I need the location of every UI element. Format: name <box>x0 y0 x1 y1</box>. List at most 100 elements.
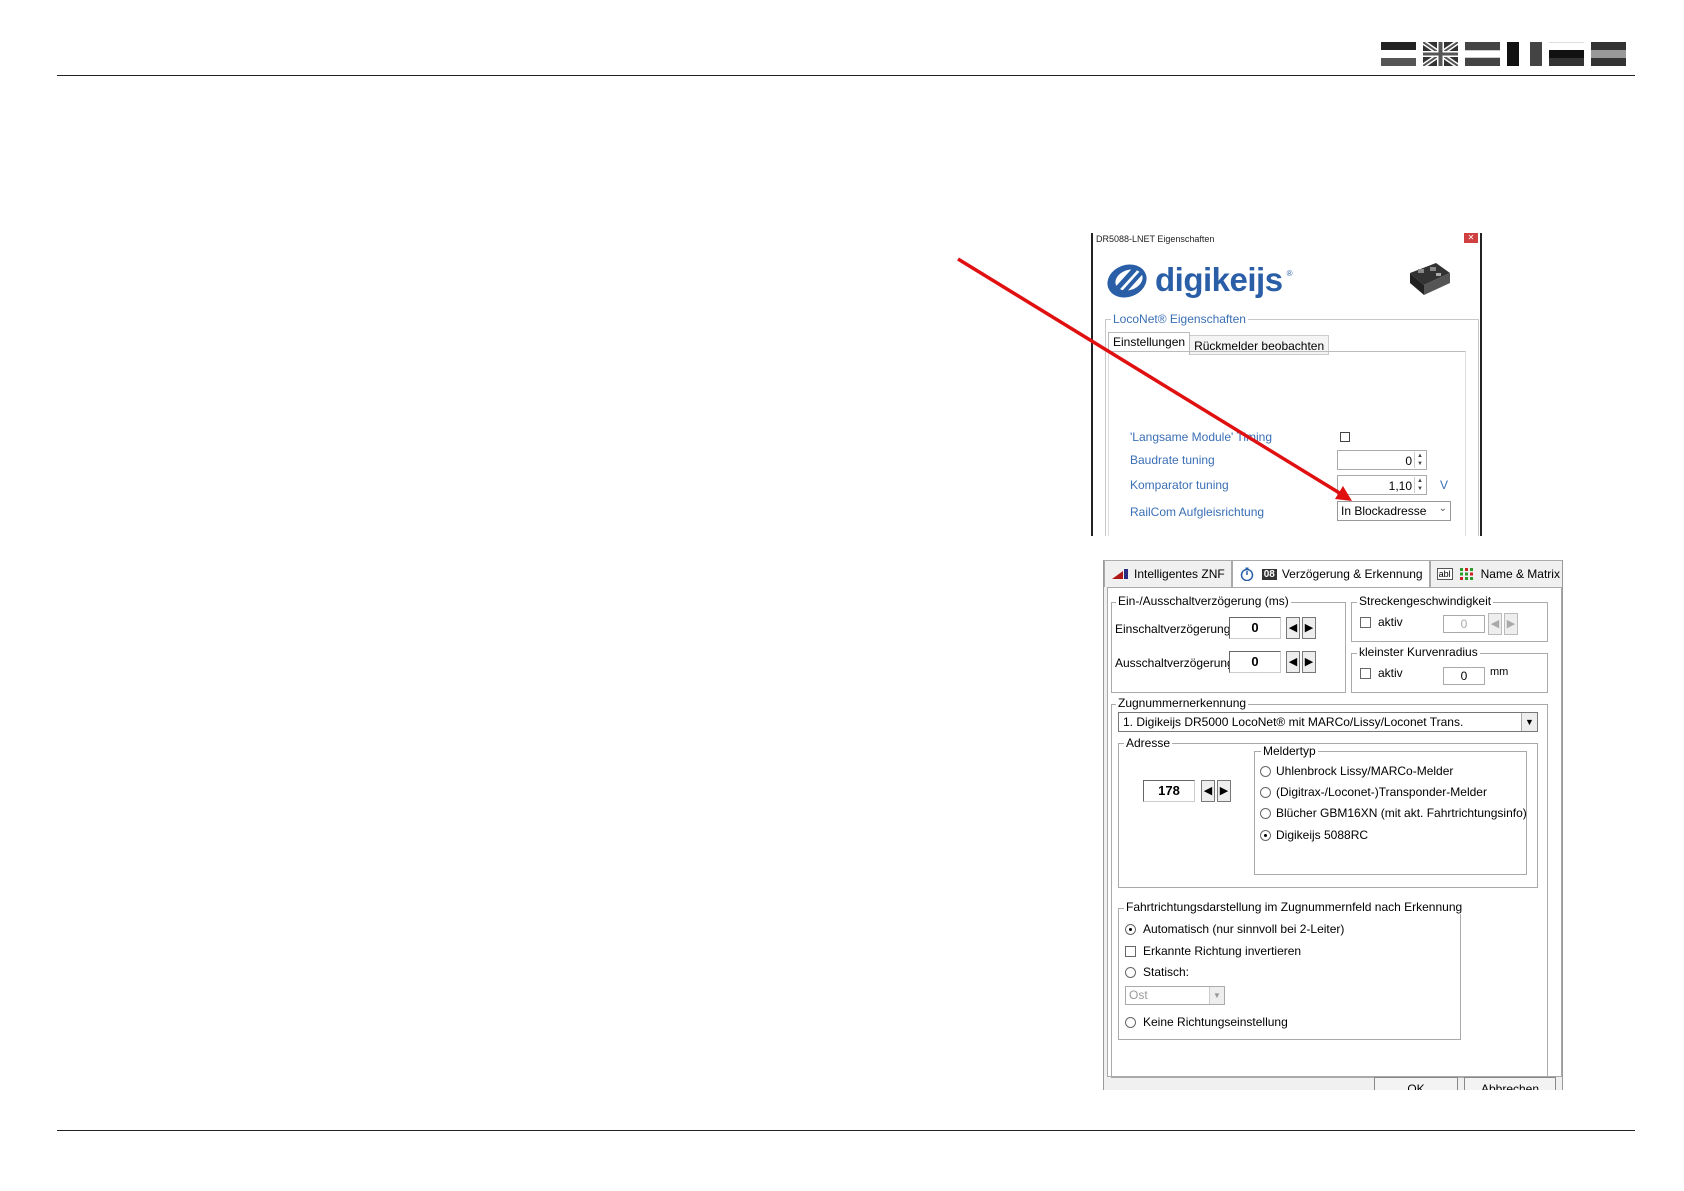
railcom-value: In Blockadresse <box>1341 504 1427 518</box>
chevron-down-icon: ⌄ <box>1438 503 1447 514</box>
track-speed-active-label: aktiv <box>1378 615 1403 629</box>
digikeijs-logo: digikeijs ® <box>1105 261 1292 299</box>
arrow-left-icon[interactable]: ◀ <box>1201 780 1215 802</box>
flag-nl-icon[interactable] <box>1465 42 1500 66</box>
chevron-down-icon: ▼ <box>1209 987 1224 1004</box>
railcom-select[interactable]: In Blockadresse ⌄ <box>1337 501 1451 521</box>
registered-mark: ® <box>1286 269 1293 278</box>
cancel-button[interactable]: Abbrechen <box>1464 1077 1556 1090</box>
radio-digitrax[interactable] <box>1260 787 1271 798</box>
arrow-right-icon[interactable]: ▶ <box>1504 613 1518 635</box>
slow-modules-checkbox[interactable] <box>1340 432 1350 442</box>
tab-badge: 08 <box>1261 568 1277 580</box>
stopwatch-icon <box>1240 567 1253 581</box>
radio-bluecher[interactable] <box>1260 808 1271 819</box>
tab-label: Verzögerung & Erkennung <box>1281 567 1423 581</box>
address-arrows[interactable]: ◀ ▶ <box>1201 780 1231 802</box>
radio-direction-none-label: Keine Richtungseinstellung <box>1143 1015 1288 1029</box>
track-speed-legend: Streckengeschwindigkeit <box>1357 594 1494 608</box>
spinner-arrows-icon[interactable]: ▲ ▼ <box>1414 477 1425 493</box>
tab-name-matrix[interactable]: abl Name & Matrix <box>1429 560 1562 587</box>
tab-label: Intelligentes ZNF <box>1134 567 1225 581</box>
radio-bluecher-label: Blücher GBM16XN (mit akt. Fahrtrichtungs… <box>1276 806 1527 820</box>
matrix-grid-icon <box>1459 568 1473 580</box>
flag-uk-icon[interactable] <box>1423 42 1458 66</box>
radio-uhlenbrock-label: Uhlenbrock Lissy/MARCo-Melder <box>1276 764 1454 778</box>
comparator-spinner[interactable]: 1,10 ▲ ▼ <box>1337 475 1427 495</box>
tab-strip: Intelligentes ZNF 08 Verzögerung & Erken… <box>1104 560 1562 587</box>
railcom-label: RailCom Aufgleisrichtung <box>1130 505 1265 519</box>
arrow-left-icon[interactable]: ◀ <box>1286 617 1300 639</box>
flag-be-icon[interactable] <box>1507 42 1542 66</box>
address-legend: Adresse <box>1124 736 1173 750</box>
radio-digitrax-label: (Digitrax-/Loconet-)Transponder-Melder <box>1276 785 1487 799</box>
group-label: LocoNet® Eigenschaften <box>1111 312 1248 326</box>
radio-direction-auto-label: Automatisch (nur sinnvoll bei 2-Leiter) <box>1143 922 1345 936</box>
radio-digikeijs-label: Digikeijs 5088RC <box>1276 828 1369 842</box>
arrow-right-icon[interactable]: ▶ <box>1302 617 1316 639</box>
delay-detection-tab-body: Ein-/Ausschaltverzögerung (ms) Einschalt… <box>1107 587 1562 1078</box>
switch-off-delay-arrows[interactable]: ◀ ▶ <box>1286 651 1316 673</box>
device-module-icon <box>1410 263 1450 295</box>
curve-radius-active-checkbox[interactable] <box>1360 668 1371 679</box>
curve-radius-legend: kleinster Kurvenradius <box>1357 645 1480 659</box>
detector-type-legend: Meldertyp <box>1261 744 1318 758</box>
comparator-unit: V <box>1440 478 1449 492</box>
block-properties-dialog: Intelligentes ZNF 08 Verzögerung & Erken… <box>1103 560 1563 1090</box>
ok-button[interactable]: OK <box>1374 1077 1458 1090</box>
arrow-left-icon[interactable]: ◀ <box>1488 613 1502 635</box>
switch-off-delay-label: Ausschaltverzögerung <box>1115 656 1234 670</box>
arrow-left-icon[interactable]: ◀ <box>1286 651 1300 673</box>
detector-system-select[interactable]: 1. Digikeijs DR5000 LocoNet® mit MARCo/L… <box>1118 712 1538 732</box>
radio-direction-auto[interactable] <box>1125 924 1136 935</box>
detector-system-value: 1. Digikeijs DR5000 LocoNet® mit MARCo/L… <box>1123 715 1464 729</box>
radio-digikeijs-5088rc[interactable] <box>1260 830 1271 841</box>
arrow-right-icon[interactable]: ▶ <box>1217 780 1231 802</box>
dialog-title: DR5088-LNET Eigenschaften <box>1096 234 1215 244</box>
comparator-label: Komparator tuning <box>1130 478 1229 492</box>
static-direction-value: Ost <box>1129 988 1148 1002</box>
track-speed-active-checkbox[interactable] <box>1360 617 1371 628</box>
curve-radius-unit: mm <box>1490 666 1509 678</box>
track-speed-input[interactable]: 0 <box>1443 615 1485 633</box>
flag-gr-icon[interactable] <box>1549 42 1584 66</box>
close-icon[interactable]: ✕ <box>1464 233 1478 243</box>
train-recognition-legend: Zugnummernerkennung <box>1116 696 1249 710</box>
slow-modules-label: 'Langsame Module' Timing <box>1130 430 1272 444</box>
curve-radius-input[interactable]: 0 <box>1443 667 1485 685</box>
address-input[interactable]: 178 <box>1143 780 1195 802</box>
track-speed-arrows[interactable]: ◀ ▶ <box>1488 613 1518 635</box>
delay-group-legend: Ein-/Ausschaltverzögerung (ms) <box>1116 594 1291 608</box>
language-flags <box>1381 42 1626 66</box>
direction-display-legend: Fahrtrichtungsdarstellung im Zugnummernf… <box>1124 900 1465 914</box>
baudrate-value: 0 <box>1405 454 1412 468</box>
static-direction-select[interactable]: Ost ▼ <box>1125 986 1225 1005</box>
flag-de-icon[interactable] <box>1381 42 1416 66</box>
radio-direction-none[interactable] <box>1125 1017 1136 1028</box>
switch-on-delay-arrows[interactable]: ◀ ▶ <box>1286 617 1316 639</box>
spinner-arrows-icon[interactable]: ▲ ▼ <box>1414 452 1425 468</box>
bottom-rule <box>57 1130 1635 1131</box>
curve-radius-active-label: aktiv <box>1378 666 1403 680</box>
comparator-value: 1,10 <box>1388 479 1412 493</box>
train-znf-icon <box>1112 569 1128 579</box>
invert-direction-checkbox[interactable] <box>1125 946 1136 957</box>
switch-on-delay-label: Einschaltverzögerung <box>1115 622 1231 636</box>
flag-fr-icon[interactable] <box>1591 42 1626 66</box>
top-rule <box>57 75 1635 76</box>
radio-direction-static[interactable] <box>1125 967 1136 978</box>
switch-off-delay-input[interactable]: 0 <box>1229 651 1281 673</box>
tab-intelligent-znf[interactable]: Intelligentes ZNF <box>1104 560 1232 587</box>
radio-direction-static-label: Statisch: <box>1143 965 1190 979</box>
tab-delay-detection[interactable]: 08 Verzögerung & Erkennung <box>1231 560 1430 587</box>
baudrate-label: Baudrate tuning <box>1130 453 1215 467</box>
tab-label: Name & Matrix <box>1480 567 1560 581</box>
baudrate-spinner[interactable]: 0 ▲ ▼ <box>1337 450 1427 470</box>
chevron-down-icon: ▼ <box>1521 713 1537 731</box>
abl-icon: abl <box>1436 568 1453 580</box>
switch-on-delay-input[interactable]: 0 <box>1229 617 1281 639</box>
arrow-right-icon[interactable]: ▶ <box>1302 651 1316 673</box>
delay-group <box>1111 602 1346 693</box>
logo-text: digikeijs <box>1155 261 1283 298</box>
radio-uhlenbrock[interactable] <box>1260 766 1271 777</box>
